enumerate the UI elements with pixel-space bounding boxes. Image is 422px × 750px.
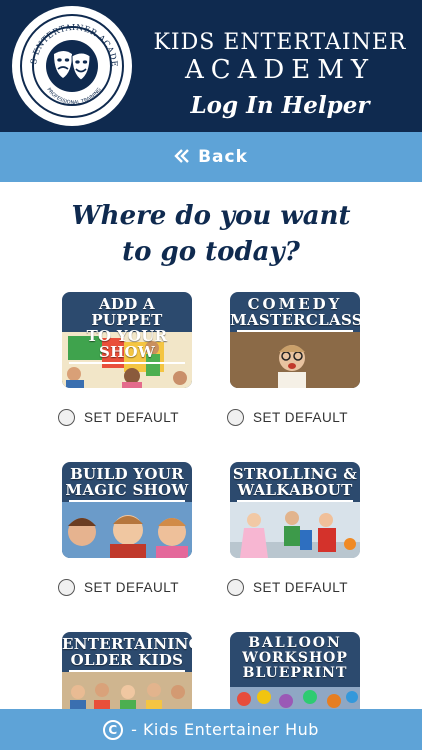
radio-button[interactable] (58, 579, 75, 596)
card-title-line-3: BLUEPRINT (242, 665, 348, 681)
radio-button[interactable] (58, 409, 75, 426)
radio-label: SET DEFAULT (253, 580, 349, 595)
course-card-puppet[interactable]: ADD A PUPPET TO YOUR SHOW (62, 292, 192, 388)
course-card-magic[interactable]: BUILD YOUR MAGIC SHOW (62, 462, 192, 558)
card-title-line-1: BUILD YOUR (70, 465, 184, 483)
course-card-comedy[interactable]: COMEDY MASTERCLASS (230, 292, 360, 388)
question-line-2: to go today? (122, 237, 300, 267)
set-default-radio[interactable]: SET DEFAULT (227, 579, 348, 596)
card-title-line-1: COMEDY (247, 295, 343, 313)
set-default-radio[interactable]: SET DEFAULT (58, 579, 179, 596)
radio-button[interactable] (227, 409, 244, 426)
card-title-line-2: OLDER KIDS (70, 651, 184, 669)
magic-show-photo (62, 502, 192, 558)
footer-bar: C - Kids Entertainer Hub (0, 709, 422, 750)
question-line-1: Where do you want (71, 201, 351, 231)
course-card-strolling[interactable]: STROLLING & WALKABOUT (230, 462, 360, 558)
strolling-photo (230, 502, 360, 558)
card-title-line-1: ENTERTAINING (62, 635, 192, 653)
card-title-line-2: MASTERCLASS (230, 311, 360, 329)
radio-button[interactable] (227, 579, 244, 596)
card-title-line-2: TO YOUR SHOW (86, 327, 168, 361)
back-button[interactable]: Back (0, 132, 422, 182)
double-chevron-left-icon (174, 147, 190, 168)
svg-text:PROFESSIONAL TRAINING: PROFESSIONAL TRAINING (45, 87, 102, 106)
card-title-line-2: WORKSHOP (242, 650, 348, 666)
card-title-line-2: WALKABOUT (237, 481, 353, 499)
card-title-line-2: MAGIC SHOW (65, 481, 189, 499)
radio-label: SET DEFAULT (84, 580, 180, 595)
title-line-2: ACADEMY (184, 55, 376, 85)
header-subtitle: Log In Helper (190, 92, 370, 119)
card-title-line-1: STROLLING & (232, 465, 358, 483)
footer-text: - Kids Entertainer Hub (131, 720, 319, 739)
title-line-1: KIDS ENTERTAINER (153, 30, 407, 55)
set-default-radio[interactable]: SET DEFAULT (58, 409, 179, 426)
radio-label: SET DEFAULT (84, 410, 180, 425)
app-header: KIDS ENTERTAINER ACADEMY PROFESSIONAL TR… (0, 0, 422, 132)
card-title-line-1: ADD A PUPPET (91, 295, 163, 329)
radio-label: SET DEFAULT (253, 410, 349, 425)
card-title-line-1: BALLOON (248, 635, 342, 651)
svg-text:KIDS ENTERTAINER ACADEMY: KIDS ENTERTAINER ACADEMY (22, 16, 120, 68)
comedy-photo (230, 332, 360, 388)
logo-arc-text: KIDS ENTERTAINER ACADEMY PROFESSIONAL TR… (22, 16, 120, 106)
header-title: KIDS ENTERTAINER ACADEMY Log In Helper (140, 30, 420, 120)
back-label: Back (198, 147, 248, 167)
academy-logo: KIDS ENTERTAINER ACADEMY PROFESSIONAL TR… (12, 6, 132, 126)
page-question: Where do you want to go today? (0, 198, 422, 270)
copyright-icon: C (103, 719, 124, 740)
set-default-radio[interactable]: SET DEFAULT (227, 409, 348, 426)
